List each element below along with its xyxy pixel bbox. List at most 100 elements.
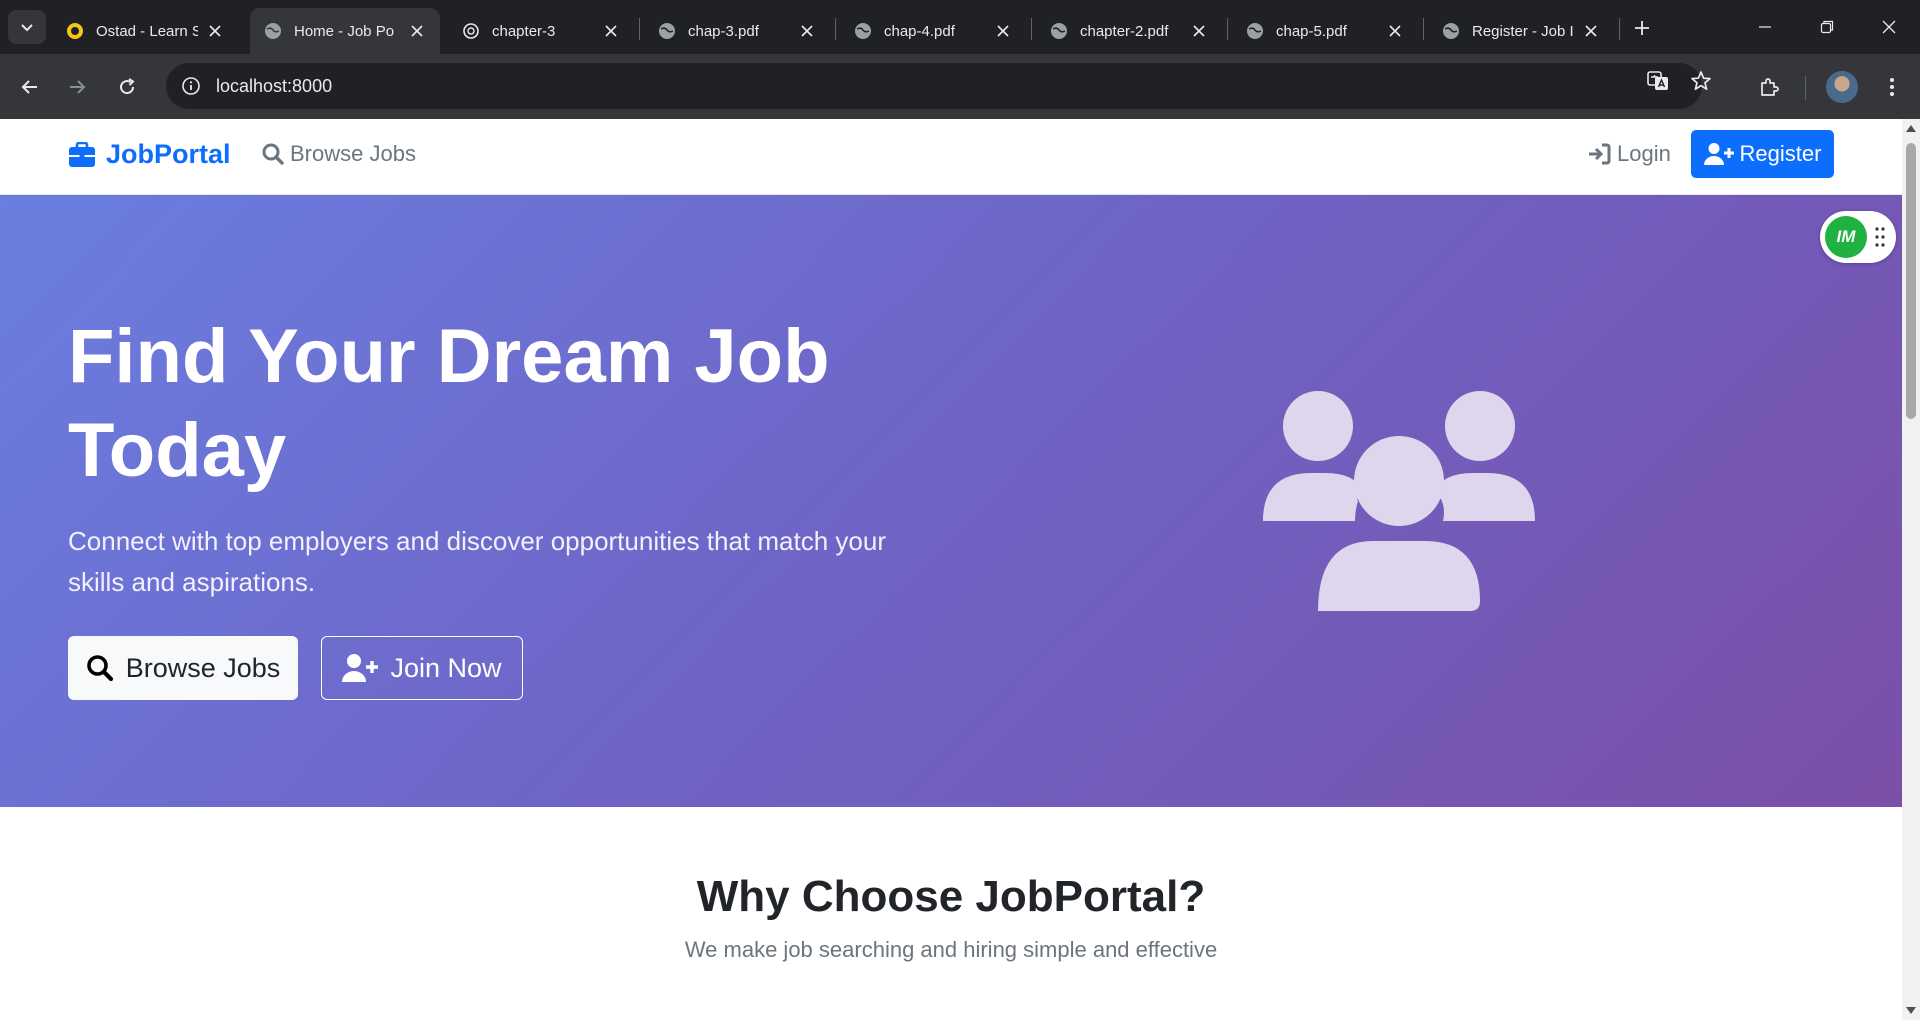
minimize-button[interactable]: [1742, 8, 1788, 46]
tab-search-button[interactable]: [8, 10, 46, 44]
toolbar-divider: [1805, 76, 1806, 100]
nav-login[interactable]: Login: [1587, 141, 1671, 167]
tab-separator: [1227, 18, 1228, 40]
nav-browse-jobs-label: Browse Jobs: [290, 141, 416, 166]
chevron-down-icon: [21, 24, 33, 32]
reload-icon: [120, 78, 135, 95]
restore-icon: [1820, 20, 1834, 34]
users-group-icon: [1263, 391, 1535, 611]
scroll-up-arrow-icon[interactable]: [1906, 125, 1916, 132]
close-icon[interactable]: [1190, 22, 1208, 40]
nav-browse-jobs[interactable]: Browse Jobs: [262, 141, 416, 167]
browser-menu-button[interactable]: [1875, 70, 1909, 104]
translate-icon: [1647, 71, 1668, 90]
sign-in-icon: [1587, 143, 1611, 165]
search-icon: [262, 143, 284, 165]
tab-title: chap-3.pdf: [688, 22, 759, 40]
tab-ostad[interactable]: Ostad - Learn S: [52, 8, 238, 54]
why-choose-section: Why Choose JobPortal? We make job search…: [0, 807, 1902, 1020]
site-navbar: JobPortal Browse Jobs Login Register: [0, 119, 1902, 195]
page-viewport: JobPortal Browse Jobs Login Register Fin…: [0, 119, 1902, 1020]
register-button-label: Register: [1739, 141, 1822, 166]
close-icon[interactable]: [994, 22, 1012, 40]
floating-extension-badge[interactable]: IM: [1820, 211, 1896, 263]
chatgpt-icon: [462, 22, 480, 40]
scroll-down-arrow-icon[interactable]: [1906, 1007, 1916, 1014]
hero-subtitle-line2: skills and aspirations.: [68, 567, 316, 597]
hero-section: Find Your Dream Job Today Connect with t…: [0, 195, 1902, 807]
restore-button[interactable]: [1804, 8, 1850, 46]
tab-title: chap-5.pdf: [1276, 22, 1347, 40]
close-icon[interactable]: [798, 22, 816, 40]
hero-browse-jobs-label: Browse Jobs: [125, 652, 281, 683]
close-window-button[interactable]: [1866, 8, 1912, 46]
globe-icon: [658, 22, 676, 40]
star-icon: [1691, 71, 1711, 91]
reload-button[interactable]: [110, 70, 144, 104]
tab-chap-5-pdf[interactable]: chap-5.pdf: [1232, 8, 1418, 54]
extensions-button[interactable]: [1752, 70, 1786, 104]
new-tab-button[interactable]: [1628, 14, 1656, 42]
brand-link[interactable]: JobPortal: [68, 139, 231, 170]
tab-title: Register - Job I: [1472, 22, 1574, 40]
address-bar[interactable]: localhost:8000: [166, 63, 1702, 109]
nav-login-label: Login: [1617, 141, 1671, 166]
bookmark-button[interactable]: [1686, 66, 1716, 96]
close-icon[interactable]: [602, 22, 620, 40]
back-button[interactable]: [13, 70, 47, 104]
why-heading: Why Choose JobPortal?: [696, 872, 1206, 921]
tab-title: chapter-3: [492, 22, 556, 40]
browser-toolbar: localhost:8000: [0, 54, 1920, 119]
ostad-favicon-icon: [66, 22, 84, 40]
globe-icon: [1050, 22, 1068, 40]
tab-title: chap-4.pdf: [884, 22, 955, 40]
forward-button[interactable]: [60, 70, 94, 104]
page-scrollbar[interactable]: [1902, 119, 1920, 1020]
puzzle-icon: [1761, 78, 1779, 96]
register-button[interactable]: Register: [1691, 130, 1834, 178]
kebab-menu-icon: [1890, 78, 1894, 96]
translate-button[interactable]: [1643, 66, 1673, 96]
tab-title: Home - Job Po: [294, 22, 395, 40]
tab-separator: [1619, 18, 1620, 40]
hero-title: Find Your Dream Job Today: [68, 310, 908, 498]
globe-icon: [854, 22, 872, 40]
user-plus-icon: [1703, 142, 1734, 166]
close-icon[interactable]: [1582, 22, 1600, 40]
tab-register-job[interactable]: Register - Job I: [1428, 8, 1614, 54]
profile-avatar[interactable]: [1826, 71, 1858, 103]
site-info-icon[interactable]: [180, 75, 202, 97]
tab-chap-3-pdf[interactable]: chap-3.pdf: [644, 8, 830, 54]
close-icon[interactable]: [206, 22, 224, 40]
tab-chapter-2-pdf[interactable]: chapter-2.pdf: [1036, 8, 1222, 54]
globe-icon: [1246, 22, 1264, 40]
plus-icon: [1635, 21, 1649, 35]
close-icon[interactable]: [1386, 22, 1404, 40]
tab-separator: [1423, 18, 1424, 40]
arrow-right-icon: [70, 80, 86, 94]
hero-subtitle: Connect with top employers and discover …: [68, 521, 928, 603]
drag-handle-icon[interactable]: [1875, 227, 1885, 247]
hero-join-now-button[interactable]: Join Now: [321, 636, 523, 700]
url-text: localhost:8000: [216, 75, 333, 96]
briefcase-icon: [68, 141, 96, 168]
tab-title: Ostad - Learn S: [96, 22, 198, 40]
tab-home-job-portal[interactable]: Home - Job Po: [250, 8, 440, 54]
close-icon[interactable]: [408, 22, 426, 40]
search-icon: [86, 654, 114, 682]
extension-logo: IM: [1825, 216, 1867, 258]
tab-title: chapter-2.pdf: [1080, 22, 1169, 40]
globe-icon: [1442, 22, 1460, 40]
brand-name: JobPortal: [106, 139, 231, 169]
why-subheading: We make job searching and hiring simple …: [684, 937, 1218, 962]
hero-browse-jobs-button[interactable]: Browse Jobs: [68, 636, 298, 700]
tab-separator: [639, 18, 640, 40]
hero-subtitle-line1: Connect with top employers and discover …: [68, 526, 886, 556]
tab-separator: [835, 18, 836, 40]
tab-chap-4-pdf[interactable]: chap-4.pdf: [840, 8, 1026, 54]
globe-icon: [264, 22, 282, 40]
tab-separator: [1031, 18, 1032, 40]
hero-title-line2: Today: [68, 408, 287, 493]
scrollbar-thumb[interactable]: [1906, 143, 1916, 419]
tab-chapter-3[interactable]: chapter-3: [448, 8, 634, 54]
